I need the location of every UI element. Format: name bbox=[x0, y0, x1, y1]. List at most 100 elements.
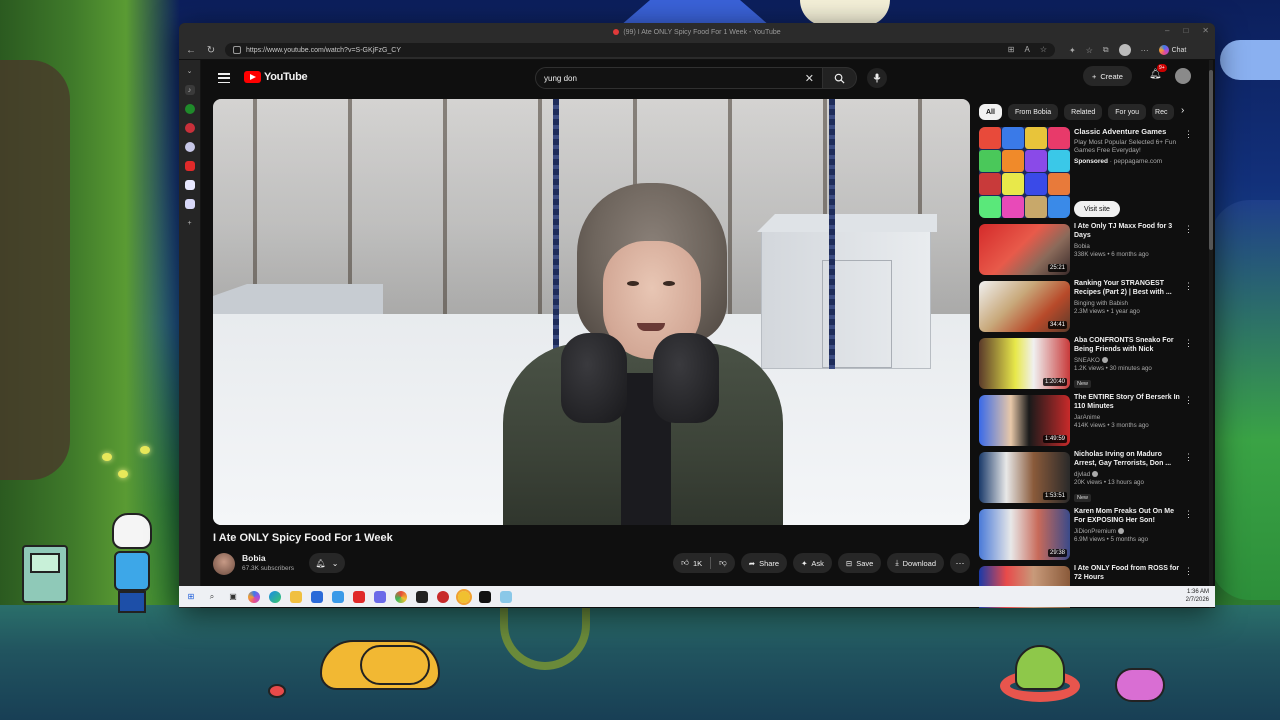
video-channel[interactable]: Bobia bbox=[1074, 243, 1182, 250]
sidebar-add-icon[interactable]: + bbox=[185, 218, 195, 228]
sidebar-record-icon[interactable] bbox=[184, 123, 195, 133]
video-title[interactable]: I Ate ONLY Food from ROSS for 72 Hours bbox=[1074, 564, 1182, 583]
clear-search-icon[interactable]: ✕ bbox=[805, 72, 814, 85]
video-channel[interactable]: Binging with Babish bbox=[1074, 300, 1182, 307]
minimize-button[interactable]: – bbox=[1165, 26, 1169, 35]
browser-menu-icon[interactable]: ⋯ bbox=[1141, 46, 1149, 55]
back-arrow-icon[interactable]: ← bbox=[185, 45, 197, 56]
video-thumbnail[interactable]: 1:53:51 bbox=[979, 452, 1070, 503]
chip-related[interactable]: Related bbox=[1064, 104, 1103, 120]
tab-title[interactable]: (99) I Ate ONLY Spicy Food For 1 Week - … bbox=[613, 29, 781, 36]
more-actions-button[interactable]: ⋯ bbox=[950, 553, 970, 573]
app-taskbar-icon[interactable] bbox=[374, 590, 386, 603]
close-window-button[interactable]: ✕ bbox=[1202, 26, 1209, 35]
video-title[interactable]: Karen Mom Freaks Out On Me For EXPOSING … bbox=[1074, 507, 1182, 526]
page-scrollbar[interactable] bbox=[1209, 60, 1213, 608]
url-field[interactable]: https://www.youtube.com/watch?v=S-GKjFzG… bbox=[225, 43, 1055, 57]
rec-video-card[interactable]: 25:21 I Ate Only TJ Maxx Food for 3 Days… bbox=[979, 222, 1199, 279]
rec-video-card[interactable]: 1:49:59 The ENTIRE Story Of Berserk In 1… bbox=[979, 393, 1199, 450]
photos-icon[interactable] bbox=[332, 590, 344, 603]
channel-avatar[interactable] bbox=[213, 553, 235, 575]
sidebar-compass-icon[interactable] bbox=[184, 142, 195, 152]
video-menu-icon[interactable]: ⋮ bbox=[1184, 224, 1193, 235]
video-menu-icon[interactable]: ⋮ bbox=[1184, 566, 1193, 577]
sidebar-audio-icon[interactable]: ♪ bbox=[184, 85, 195, 95]
chevron-right-icon[interactable]: › bbox=[1181, 105, 1184, 116]
like-button[interactable]: 👍︎ 1K bbox=[673, 558, 710, 568]
visit-site-button[interactable]: Visit site bbox=[1074, 201, 1120, 217]
ask-button[interactable]: ✦ Ask bbox=[793, 553, 832, 573]
app-available-icon[interactable]: ⊞ bbox=[1008, 45, 1015, 54]
rec-video-card[interactable]: 34:41 Ranking Your STRANGEST Recipes (Pa… bbox=[979, 279, 1199, 336]
video-thumbnail[interactable]: 1:20:40 bbox=[979, 338, 1070, 389]
ad-thumbnail[interactable] bbox=[979, 127, 1070, 218]
menu-icon[interactable] bbox=[218, 73, 230, 83]
video-menu-icon[interactable]: ⋮ bbox=[1184, 338, 1193, 349]
extensions-icon[interactable]: ✦ bbox=[1069, 46, 1076, 55]
file-explorer-icon[interactable] bbox=[290, 590, 302, 603]
sidebar-page-icon[interactable] bbox=[184, 199, 195, 209]
sidebar-doc-icon[interactable] bbox=[184, 180, 195, 190]
video-thumbnail[interactable]: 1:49:59 bbox=[979, 395, 1070, 446]
video-menu-icon[interactable]: ⋮ bbox=[1184, 509, 1193, 520]
profile-avatar[interactable] bbox=[1118, 44, 1131, 56]
account-avatar[interactable] bbox=[1175, 68, 1191, 84]
video-thumbnail[interactable]: 34:41 bbox=[979, 281, 1070, 332]
recorder-taskbar-icon[interactable] bbox=[437, 590, 449, 603]
video-menu-icon[interactable]: ⋮ bbox=[1184, 395, 1193, 406]
video-title[interactable]: The ENTIRE Story Of Berserk In 110 Minut… bbox=[1074, 393, 1182, 412]
windows-start-icon[interactable]: ⊞ bbox=[185, 591, 197, 603]
chip-recent[interactable]: Rec bbox=[1152, 104, 1175, 120]
site-info-icon[interactable] bbox=[233, 46, 241, 54]
video-title[interactable]: Aba CONFRONTS Sneako For Being Friends w… bbox=[1074, 336, 1182, 355]
dislike-button[interactable]: 👎︎ bbox=[711, 558, 735, 568]
channel-name[interactable]: Bobia bbox=[242, 553, 266, 563]
share-button[interactable]: ➦ Share bbox=[740, 553, 788, 573]
favorite-star-icon[interactable]: ☆ bbox=[1040, 45, 1047, 54]
capcut-taskbar-icon[interactable] bbox=[479, 590, 491, 603]
task-view-icon[interactable]: ▣ bbox=[227, 591, 239, 603]
search-button[interactable] bbox=[823, 67, 857, 89]
save-button[interactable]: ⊟ Save bbox=[837, 553, 882, 573]
chip-from-bobia[interactable]: From Bobia bbox=[1007, 104, 1059, 120]
sidebar-youtube-icon[interactable] bbox=[184, 161, 195, 171]
youtube-logo[interactable]: YouTube bbox=[244, 71, 308, 83]
download-button[interactable]: ⤓ Download bbox=[887, 553, 944, 573]
voice-search-button[interactable] bbox=[867, 68, 887, 88]
search-input[interactable]: yung don ✕ bbox=[535, 67, 823, 89]
sponsored-ad[interactable]: Classic Adventure Games Play Most Popula… bbox=[979, 127, 1199, 222]
video-channel[interactable]: JarAnime bbox=[1074, 414, 1182, 421]
chip-for-you[interactable]: For you bbox=[1108, 104, 1147, 120]
video-title[interactable]: Ranking Your STRANGEST Recipes (Part 2) … bbox=[1074, 279, 1182, 298]
edge-taskbar-icon[interactable] bbox=[269, 590, 281, 603]
video-title[interactable]: Nicholas Irving on Maduro Arrest, Gay Te… bbox=[1074, 450, 1182, 469]
create-button[interactable]: + Create bbox=[1083, 66, 1132, 86]
rec-video-card[interactable]: 1:20:40 Aba CONFRONTS Sneako For Being F… bbox=[979, 336, 1199, 393]
video-channel[interactable]: JiDionPremium bbox=[1074, 528, 1182, 535]
video-menu-icon[interactable]: ⋮ bbox=[1184, 452, 1193, 463]
chip-all[interactable]: All bbox=[979, 104, 1002, 120]
rec-video-card[interactable]: 1:53:51 Nicholas Irving on Maduro Arrest… bbox=[979, 450, 1199, 507]
active-app-taskbar-icon[interactable] bbox=[456, 588, 472, 605]
refresh-icon[interactable]: ↻ bbox=[205, 45, 217, 56]
sidebar-collapse-icon[interactable]: ⌄ bbox=[185, 66, 195, 76]
rec-video-card[interactable]: 29:38 Karen Mom Freaks Out On Me For EXP… bbox=[979, 507, 1199, 564]
copilot-chat-button[interactable]: Chat bbox=[1158, 45, 1186, 55]
terminal-taskbar-icon[interactable] bbox=[416, 590, 428, 603]
video-channel[interactable]: SNEAKO bbox=[1074, 357, 1182, 364]
video-thumbnail[interactable]: 29:38 bbox=[979, 509, 1070, 560]
chrome-taskbar-icon[interactable] bbox=[395, 590, 407, 603]
video-menu-icon[interactable]: ⋮ bbox=[1184, 281, 1193, 292]
video-channel[interactable]: djvlad bbox=[1074, 471, 1182, 478]
ad-menu-icon[interactable]: ⋮ bbox=[1184, 129, 1193, 140]
taskbar-clock[interactable]: 1:36 AM 2/7/2026 bbox=[1186, 588, 1209, 605]
store-icon[interactable] bbox=[311, 590, 323, 603]
video-thumbnail[interactable]: 25:21 bbox=[979, 224, 1070, 275]
video-player[interactable] bbox=[213, 99, 970, 525]
maximize-button[interactable]: □ bbox=[1183, 26, 1188, 35]
misc-taskbar-icon[interactable] bbox=[500, 590, 512, 603]
subscription-notifications-button[interactable]: 🔔︎ ⌄ bbox=[309, 553, 345, 573]
copilot-taskbar-icon[interactable] bbox=[248, 590, 260, 603]
collections-icon[interactable]: ⧉ bbox=[1103, 45, 1109, 55]
favorites-icon[interactable]: ☆ bbox=[1086, 46, 1093, 55]
